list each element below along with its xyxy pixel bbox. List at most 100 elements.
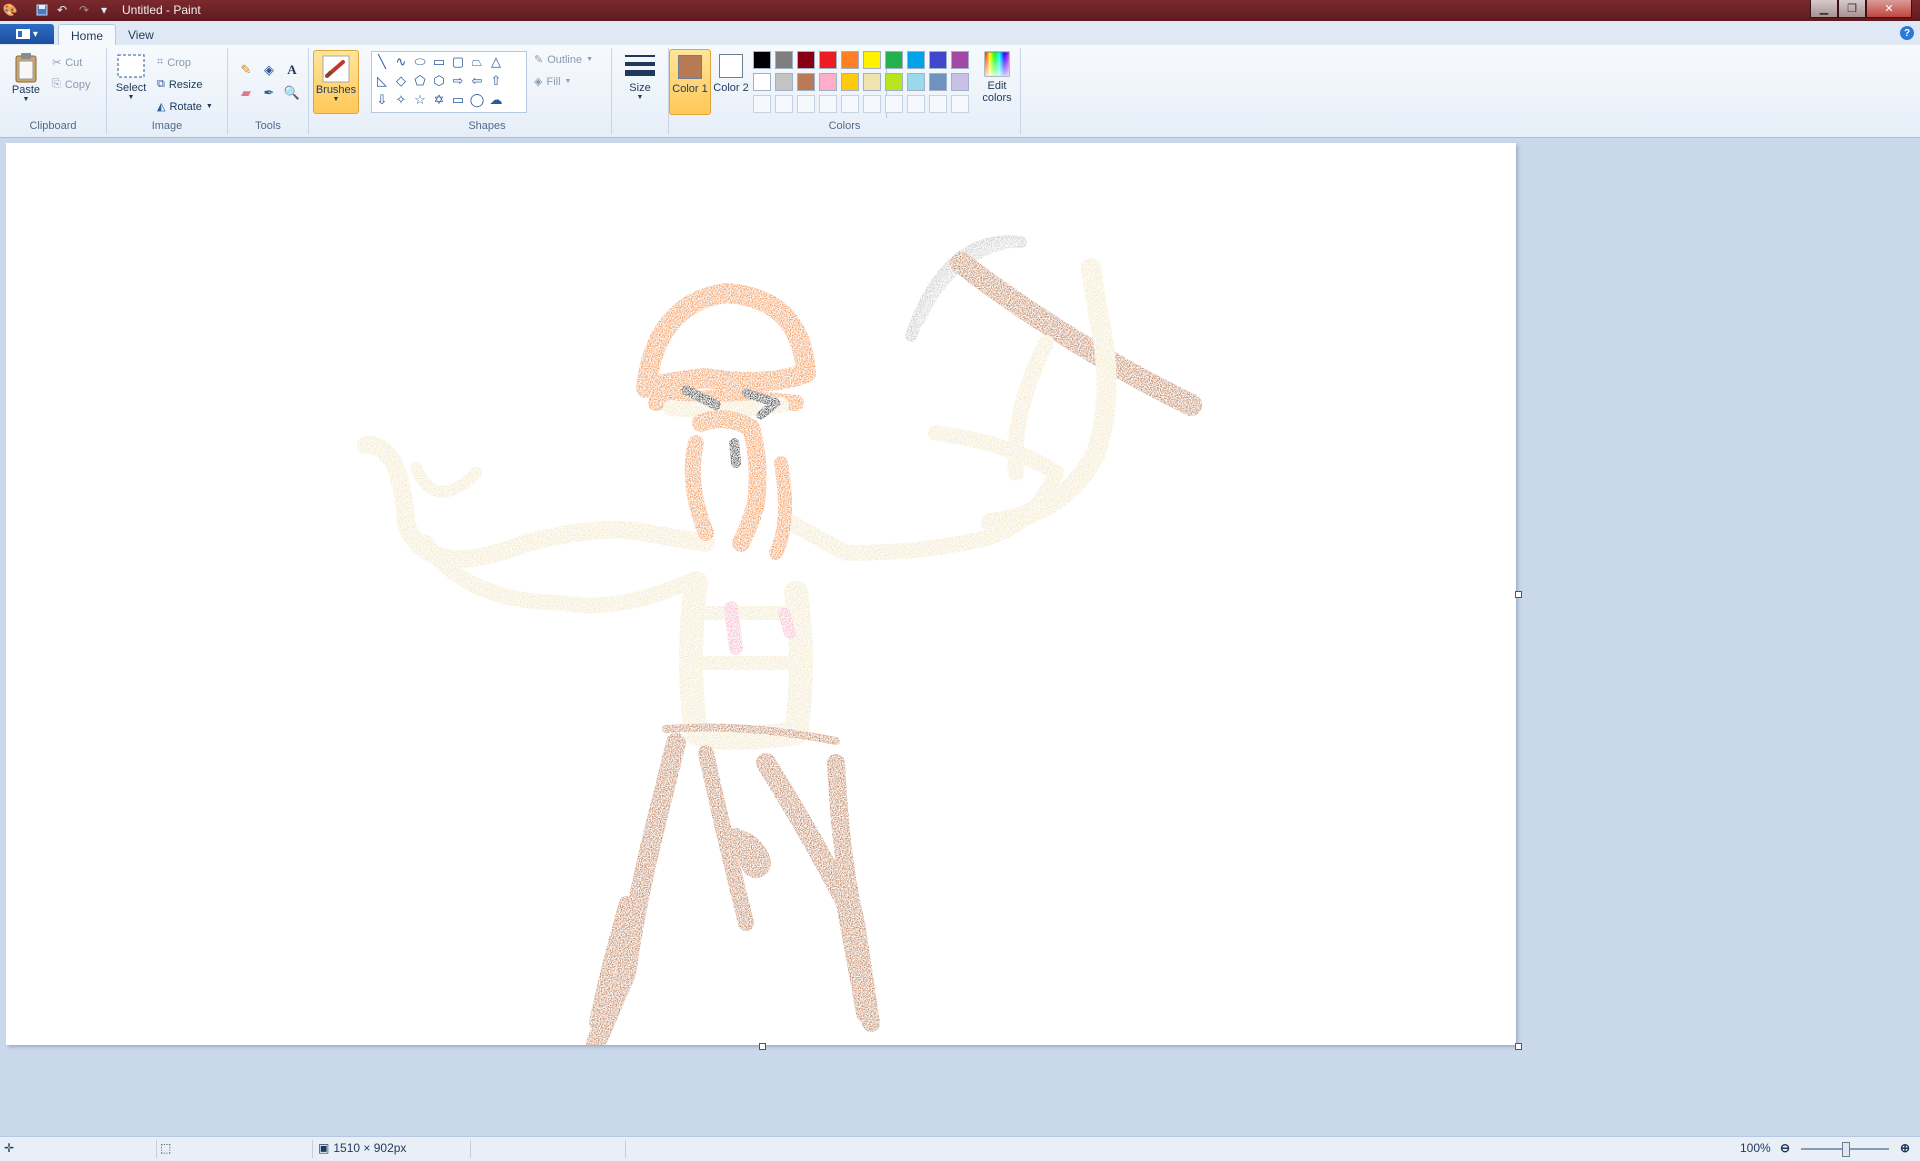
zoom-in-button[interactable]: ⊕ [1900, 1141, 1910, 1155]
curve-shape-icon[interactable]: ∿ [392, 53, 410, 70]
select-button[interactable]: Select ▼ [113, 52, 149, 101]
six-point-star-shape-icon[interactable]: ✡ [430, 91, 448, 108]
pentagon-shape-icon[interactable]: ⬠ [411, 72, 429, 89]
selection-size-icon: ⬚ [160, 1141, 172, 1155]
size-button[interactable]: Size ▼ [620, 52, 660, 101]
paint-app-icon[interactable]: 🎨 [2, 2, 18, 18]
color1-button[interactable]: Color 1 [669, 49, 711, 115]
redo-icon[interactable]: ↷ [76, 2, 92, 18]
rectangle-shape-icon[interactable]: ▭ [430, 53, 448, 70]
magnifier-icon[interactable]: 🔍 [282, 83, 302, 103]
hexagon-shape-icon[interactable]: ⬡ [430, 72, 448, 89]
color-palette [753, 51, 969, 113]
save-icon[interactable] [34, 2, 50, 18]
selection-icon [117, 54, 145, 78]
right-arrow-shape-icon[interactable]: ⇨ [449, 72, 467, 89]
brushes-button[interactable]: Brushes ▼ [313, 50, 359, 114]
palette-color-swatch[interactable] [841, 51, 859, 69]
custom-color-slot[interactable] [951, 95, 969, 113]
palette-color-swatch[interactable] [907, 73, 925, 91]
help-icon[interactable]: ? [1900, 26, 1914, 40]
rounded-rectangle-shape-icon[interactable]: ▢ [449, 53, 467, 70]
resize-handle-corner[interactable] [1515, 1043, 1522, 1050]
maximize-button[interactable]: ❐ [1838, 0, 1866, 18]
copy-icon: ⎘ [52, 78, 61, 90]
canvas-size-indicator: ▣ 1510 × 902px [318, 1141, 406, 1155]
ribbon-tab-row: ▾ Home View ? [0, 21, 1920, 46]
tab-view[interactable]: View [116, 24, 166, 45]
custom-color-slot[interactable] [841, 95, 859, 113]
close-button[interactable]: ✕ [1866, 0, 1912, 18]
resize-button[interactable]: ⧉ Resize [157, 78, 202, 91]
palette-color-swatch[interactable] [753, 51, 771, 69]
rotate-button[interactable]: ◭ Rotate ▼ [157, 100, 213, 114]
line-shape-icon[interactable]: ╲ [373, 53, 391, 70]
edit-colors-button[interactable]: Edit colors [977, 51, 1017, 104]
palette-color-swatch[interactable] [885, 51, 903, 69]
palette-color-swatch[interactable] [907, 51, 925, 69]
cut-button[interactable]: ✂ Cut [52, 56, 82, 70]
drawing-canvas[interactable] [6, 143, 1522, 1050]
right-triangle-shape-icon[interactable]: ◺ [373, 72, 391, 89]
palette-color-swatch[interactable] [819, 73, 837, 91]
undo-icon[interactable]: ↶ [54, 2, 70, 18]
title-bar: 🎨 ↶ ↷ ▾ Untitled - Paint ▁ ❐ ✕ [0, 0, 1920, 21]
eraser-icon[interactable]: ▰ [236, 83, 256, 103]
polygon-shape-icon[interactable]: ⏢ [468, 53, 486, 70]
triangle-shape-icon[interactable]: △ [487, 53, 505, 70]
outline-button[interactable]: ✎ Outline ▼ [534, 53, 593, 67]
pencil-icon[interactable]: ✎ [236, 60, 256, 80]
minimize-button[interactable]: ▁ [1810, 0, 1838, 18]
resize-handle-right[interactable] [1515, 591, 1522, 598]
palette-color-swatch[interactable] [819, 51, 837, 69]
palette-color-swatch[interactable] [951, 51, 969, 69]
custom-color-slot[interactable] [929, 95, 947, 113]
ribbon: Paste ▼ ✂ Cut ⎘ Copy Clipboard Select ▼ … [0, 45, 1920, 138]
resize-handle-bottom[interactable] [759, 1043, 766, 1050]
custom-color-slot[interactable] [797, 95, 815, 113]
fill-bucket-icon[interactable]: ◈ [259, 60, 279, 80]
custom-color-slot[interactable] [819, 95, 837, 113]
down-arrow-shape-icon[interactable]: ⇩ [373, 91, 391, 108]
up-arrow-shape-icon[interactable]: ⇧ [487, 72, 505, 89]
custom-color-slot[interactable] [885, 95, 903, 113]
palette-color-swatch[interactable] [797, 51, 815, 69]
palette-color-swatch[interactable] [885, 73, 903, 91]
palette-color-swatch[interactable] [797, 73, 815, 91]
palette-color-swatch[interactable] [753, 73, 771, 91]
custom-color-slot[interactable] [753, 95, 771, 113]
zoom-slider-thumb[interactable] [1842, 1142, 1850, 1157]
clipboard-icon [15, 53, 37, 83]
color-picker-icon[interactable]: ✒ [259, 83, 279, 103]
custom-color-slot[interactable] [775, 95, 793, 113]
color2-button[interactable]: Color 2 [711, 49, 751, 113]
custom-color-slot[interactable] [863, 95, 881, 113]
customize-quick-access-icon[interactable]: ▾ [96, 2, 112, 18]
custom-color-slot[interactable] [907, 95, 925, 113]
palette-color-swatch[interactable] [951, 73, 969, 91]
palette-color-swatch[interactable] [775, 73, 793, 91]
tab-home[interactable]: Home [58, 24, 117, 46]
palette-color-swatch[interactable] [863, 51, 881, 69]
palette-color-swatch[interactable] [863, 73, 881, 91]
palette-color-swatch[interactable] [775, 51, 793, 69]
left-arrow-shape-icon[interactable]: ⇦ [468, 72, 486, 89]
oval-shape-icon[interactable]: ⬭ [411, 53, 429, 70]
cloud-callout-shape-icon[interactable]: ☁ [487, 91, 505, 108]
five-point-star-shape-icon[interactable]: ☆ [411, 91, 429, 108]
copy-button[interactable]: ⎘ Copy [52, 78, 91, 91]
zoom-out-button[interactable]: ⊖ [1780, 1141, 1790, 1155]
fill-button[interactable]: ◈ Fill ▼ [534, 75, 571, 89]
paint-menu-button[interactable]: ▾ [0, 24, 54, 44]
palette-color-swatch[interactable] [929, 51, 947, 69]
paste-button[interactable]: Paste ▼ [8, 52, 44, 103]
oval-callout-shape-icon[interactable]: ◯ [468, 91, 486, 108]
diamond-shape-icon[interactable]: ◇ [392, 72, 410, 89]
rounded-callout-shape-icon[interactable]: ▭ [449, 91, 467, 108]
crop-button[interactable]: ⌗ Crop [157, 56, 191, 69]
palette-color-swatch[interactable] [929, 73, 947, 91]
text-icon[interactable]: A [282, 60, 302, 80]
palette-color-swatch[interactable] [841, 73, 859, 91]
canvas-size-icon: ▣ [318, 1141, 330, 1155]
four-point-star-shape-icon[interactable]: ✧ [392, 91, 410, 108]
